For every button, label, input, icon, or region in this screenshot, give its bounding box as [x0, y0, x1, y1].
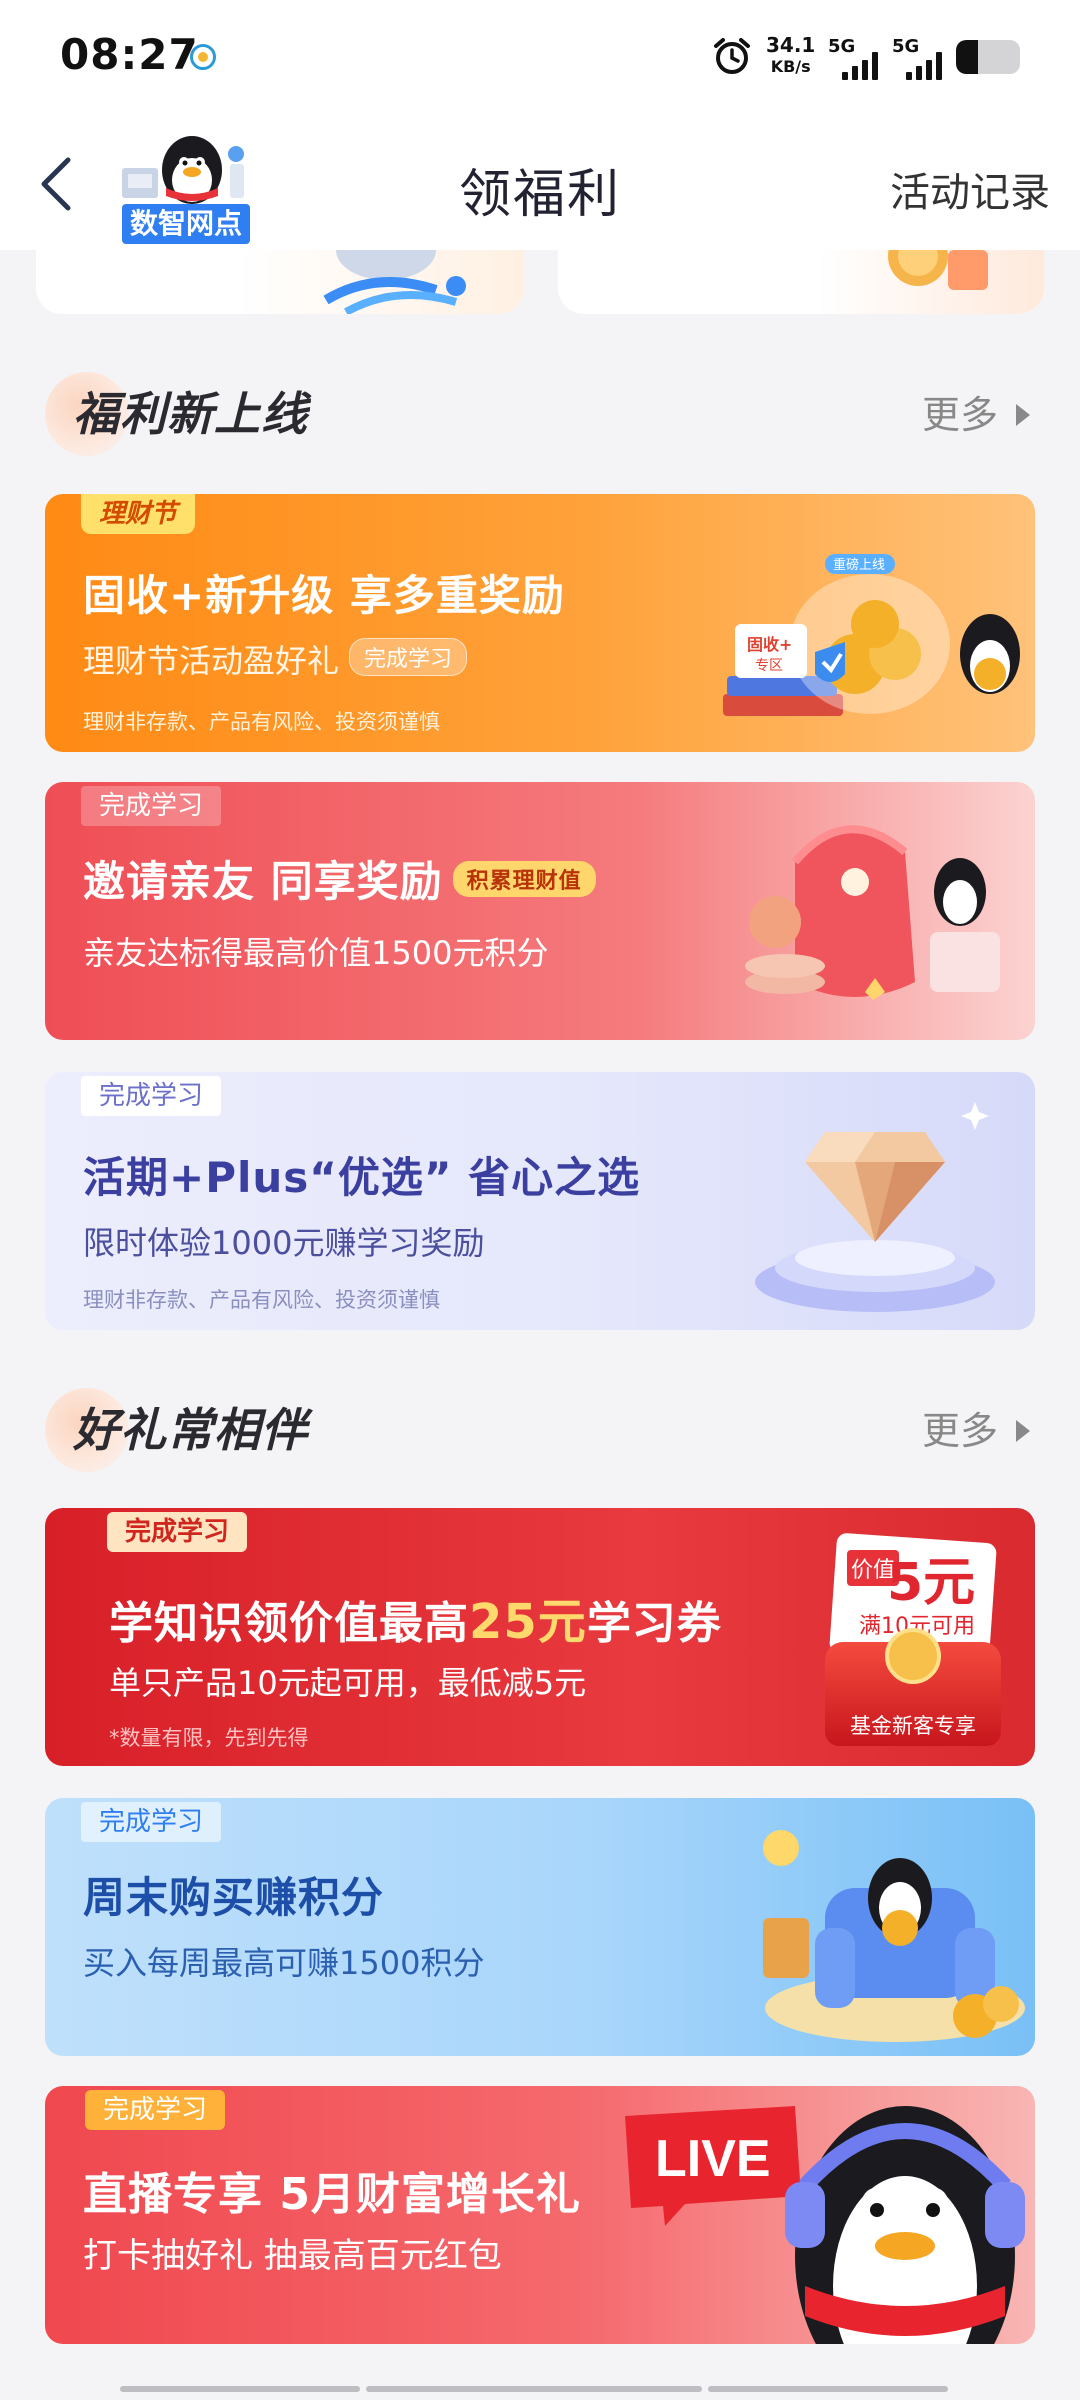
section-header-new-benefits: 福利新上线 更多: [45, 372, 1035, 456]
banner-subtitle: 理财节活动盈好礼: [83, 642, 340, 680]
banner-title-part1: 学知识领价值最高: [109, 1598, 469, 1649]
banner-tag: 完成学习: [81, 1802, 222, 1842]
gift-bag-illustration: [745, 825, 1000, 1000]
banner-subtitle: 买入每周最高可赚1500积分: [83, 1944, 485, 1982]
banner-title-row: 邀请亲友 同享奖励 积累理财值: [83, 848, 596, 909]
battery-icon: [956, 40, 1020, 74]
speed-unit: KB/s: [770, 57, 811, 76]
coupon-illustration: 价值 5元 满10元可用 基金新客专享: [825, 1532, 1005, 1748]
banner-subtitle: 限时体验1000元赚学习奖励: [83, 1224, 485, 1262]
status-time: 08:27: [60, 30, 199, 79]
coupon-caption: 基金新客专享: [850, 1714, 976, 1738]
banner-title-part2: 学习券: [586, 1598, 722, 1649]
banner-title: 活期+Plus“优选” 省心之选: [83, 1153, 641, 1202]
network-speed: 34.1 KB/s: [766, 34, 815, 78]
banner-subtitle: 亲友达标得最高价值1500元积分: [83, 934, 549, 972]
activity-records-link[interactable]: 活动记录: [890, 160, 1050, 218]
banner-title-highlight: 25元: [469, 1594, 587, 1650]
status-bar: 08:27 34.1 KB/s 5G 5G: [0, 0, 1080, 110]
banner-tag: 完成学习: [85, 2090, 226, 2130]
carrier-icon: [190, 44, 216, 70]
coupon-value: 5元: [887, 1553, 976, 1613]
live-penguin-illustration: LIVE: [625, 2106, 1025, 2344]
banner-subtitle: 打卡抽好礼 抽最高百元红包: [83, 2236, 502, 2276]
coin-jar-illustration: 固收+ 专区 重磅上线: [723, 554, 1020, 716]
signal-sim2-icon: 5G: [892, 36, 952, 80]
banner-title: 周末购买赚积分: [83, 1873, 385, 1922]
banner-current-plus[interactable]: 完成学习 活期+Plus“优选” 省心之选 限时体验1000元赚学习奖励 理财非…: [45, 1072, 1035, 1330]
banner-tag: 理财节: [81, 494, 196, 534]
arrow-right-icon: [1016, 404, 1030, 426]
banner-title: 邀请亲友 同享奖励: [83, 857, 443, 906]
banner-disclaimer: 理财非存款、产品有风险、投资须谨慎: [83, 710, 440, 734]
banner-subtitle-row: 理财节活动盈好礼 完成学习: [83, 636, 468, 682]
banner-title: 直播专享 5月财富增长礼: [83, 2169, 581, 2220]
nav-header: 数智网点 领福利 活动记录: [0, 110, 1080, 250]
banner-pill: 完成学习: [349, 638, 468, 676]
banner-tag: 完成学习: [107, 1512, 248, 1552]
banner-fixed-income-upgrade[interactable]: 理财节 固收+新升级 享多重奖励 理财节活动盈好礼 完成学习 理财非存款、产品有风…: [45, 494, 1035, 752]
section-header-gifts: 好礼常相伴 更多: [45, 1388, 1035, 1472]
speed-value: 34.1: [766, 33, 816, 57]
section-title: 福利新上线: [73, 387, 308, 441]
top-card-right[interactable]: [558, 250, 1044, 314]
coin-illustration: [888, 250, 988, 290]
banner-tag: 完成学习: [81, 786, 222, 826]
banner-title: 固收+新升级 享多重奖励: [83, 571, 565, 620]
mascot-illustration: [323, 250, 466, 314]
banner-learning-coupon[interactable]: 完成学习 学知识领价值最高25元学习券 单只产品10元起可用，最低减5元 *数量…: [45, 1508, 1035, 1766]
diamond-illustration: [755, 1102, 995, 1312]
signal-sim1-icon: 5G: [828, 36, 888, 80]
arrow-right-icon: [1016, 1420, 1030, 1442]
banner-invite-friends[interactable]: 完成学习 邀请亲友 同享奖励 积累理财值 亲友达标得最高价值1500元积分: [45, 782, 1035, 1040]
more-link[interactable]: 更多: [922, 1400, 1030, 1455]
live-label: LIVE: [655, 2130, 771, 2188]
banner-live-stream[interactable]: 完成学习 直播专享 5月财富增长礼 打卡抽好礼 抽最高百元红包 LIVE: [45, 2086, 1035, 2344]
scroll-indicator: [120, 2386, 960, 2394]
banner-subtitle: 单只产品10元起可用，最低减5元: [109, 1664, 587, 1702]
more-label: 更多: [921, 1409, 998, 1453]
top-card-left[interactable]: [36, 250, 524, 314]
banner-disclaimer: *数量有限，先到先得: [109, 1726, 309, 1750]
banner-tag: 完成学习: [81, 1076, 222, 1116]
banner-pill: 积累理财值: [452, 861, 596, 897]
art-label-3: 专区: [755, 658, 783, 674]
banner-title-row: 学知识领价值最高25元学习券: [109, 1582, 722, 1652]
banner-weekend-points[interactable]: 完成学习 周末购买赚积分 买入每周最高可赚1500积分: [45, 1798, 1035, 2056]
more-label: 更多: [921, 393, 998, 437]
penguin-armchair-illustration: [763, 1830, 1025, 2042]
alarm-icon: [714, 38, 750, 74]
section-title: 好礼常相伴: [73, 1403, 308, 1457]
coin-icon: [885, 1628, 941, 1684]
art-label-1: 重磅上线: [833, 557, 885, 573]
art-label-2: 固收+: [747, 635, 792, 654]
more-link[interactable]: 更多: [922, 384, 1030, 439]
banner-disclaimer: 理财非存款、产品有风险、投资须谨慎: [83, 1288, 440, 1312]
